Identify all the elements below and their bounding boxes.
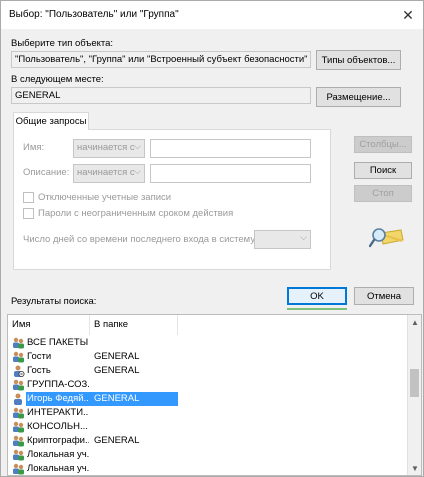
group-icon <box>12 449 25 461</box>
results-scrollbar[interactable]: ▲ ▼ <box>407 315 421 475</box>
result-row[interactable]: Локальная уч... <box>8 448 408 462</box>
chevron-down-icon: ⌵ <box>300 232 307 242</box>
search-results-label: Результаты поиска: <box>11 296 97 307</box>
group-icon <box>12 337 25 349</box>
name-label: Имя: <box>23 142 45 153</box>
search-results-list[interactable]: Имя В папке ВСЕ ПАКЕТЫ...ГостиGENERALГос… <box>7 314 422 476</box>
ok-focus-underline <box>287 308 347 310</box>
result-row[interactable]: Локальная уч... <box>8 462 408 475</box>
location-value: GENERAL <box>15 90 61 101</box>
tab-common-queries[interactable]: Общие запросы <box>13 112 89 130</box>
description-label: Описание: <box>23 167 70 178</box>
result-name: КОНСОЛЬН... <box>27 421 88 432</box>
name-input <box>150 139 311 158</box>
user-disabled-icon <box>12 365 25 377</box>
result-folder: GENERAL <box>94 393 140 404</box>
result-row[interactable]: ИНТЕРАКТИ... <box>8 406 408 420</box>
description-mode-select: начинается с ⌵ <box>73 164 145 183</box>
result-name: ВСЕ ПАКЕТЫ... <box>27 337 89 348</box>
chevron-down-icon: ⌵ <box>134 141 141 151</box>
result-folder: GENERAL <box>94 435 140 446</box>
object-type-label: Выберите тип объекта: <box>11 38 114 49</box>
result-row[interactable]: ВСЕ ПАКЕТЫ... <box>8 336 408 350</box>
group-icon <box>12 379 25 391</box>
cancel-button[interactable]: Отмена <box>354 287 414 305</box>
result-row[interactable]: Гость GENERAL <box>8 364 408 378</box>
result-name: ГРУППА-СОЗ... <box>27 379 89 390</box>
no-expire-passwords-checkbox <box>23 208 34 219</box>
disabled-accounts-label: Отключенные учетные записи <box>38 192 172 203</box>
result-row[interactable]: ГРУППА-СОЗ... <box>8 378 408 392</box>
window-title: Выбор: "Пользователь" или "Группа" <box>9 9 179 20</box>
column-header-name[interactable]: Имя <box>8 315 90 335</box>
result-name: Локальная уч... <box>27 463 89 474</box>
ok-button[interactable]: OK <box>287 287 347 305</box>
group-icon <box>12 435 25 447</box>
name-mode-select: начинается с ⌵ <box>73 139 145 158</box>
stop-button: Стоп <box>354 185 412 202</box>
days-since-logon-label: Число дней со времени последнего входа в… <box>23 234 258 245</box>
columns-button: Столбцы... <box>354 136 412 153</box>
result-name: Криптографи... <box>27 435 89 446</box>
result-row[interactable]: КОНСОЛЬН... <box>8 420 408 434</box>
no-expire-passwords-label: Пароли с неограниченным сроком действия <box>38 208 234 219</box>
group-icon <box>12 351 25 363</box>
result-name: ИНТЕРАКТИ... <box>27 407 89 418</box>
disabled-accounts-checkbox <box>23 192 34 203</box>
search-magnifier-icon <box>369 228 404 248</box>
user-icon <box>12 393 25 405</box>
chevron-down-icon: ⌵ <box>134 166 141 176</box>
name-mode-value: начинается с <box>77 142 135 153</box>
title-bar: Выбор: "Пользователь" или "Группа" ✕ <box>1 1 423 29</box>
object-type-value: "Пользователь", "Группа" или "Встроенный… <box>15 54 308 65</box>
search-button[interactable]: Поиск <box>354 162 412 179</box>
result-name: Локальная уч... <box>27 449 89 460</box>
result-folder: GENERAL <box>94 351 140 362</box>
location-field: GENERAL <box>11 87 311 104</box>
close-icon[interactable]: ✕ <box>393 1 423 29</box>
result-name: Игорь Федяй... <box>27 393 89 404</box>
locations-button[interactable]: Размещение... <box>316 87 401 107</box>
result-folder: GENERAL <box>94 365 140 376</box>
object-types-button[interactable]: Типы объектов... <box>316 50 401 70</box>
result-name: Гость <box>27 365 51 376</box>
group-icon <box>12 463 25 475</box>
group-icon <box>12 407 25 419</box>
result-name: Гости <box>27 351 52 362</box>
column-header-folder[interactable]: В папке <box>90 315 178 335</box>
group-icon <box>12 421 25 433</box>
scroll-up-icon[interactable]: ▲ <box>408 315 421 329</box>
result-row[interactable]: Криптографи... GENERAL <box>8 434 408 448</box>
scroll-thumb[interactable] <box>410 369 419 397</box>
result-row[interactable]: Игорь Федяй... GENERAL <box>8 392 408 406</box>
description-input <box>150 164 311 183</box>
result-row[interactable]: Гости GENERAL <box>8 350 408 364</box>
object-type-field: "Пользователь", "Группа" или "Встроенный… <box>11 51 311 68</box>
scroll-down-icon[interactable]: ▼ <box>408 461 421 475</box>
location-label: В следующем месте: <box>11 74 104 85</box>
description-mode-value: начинается с <box>77 167 135 178</box>
select-users-dialog: Выбор: "Пользователь" или "Группа" ✕ Выб… <box>0 0 424 477</box>
days-since-logon-select: ⌵ <box>254 230 311 249</box>
common-queries-panel: Имя: начинается с ⌵ Описание: начинается… <box>13 129 331 270</box>
